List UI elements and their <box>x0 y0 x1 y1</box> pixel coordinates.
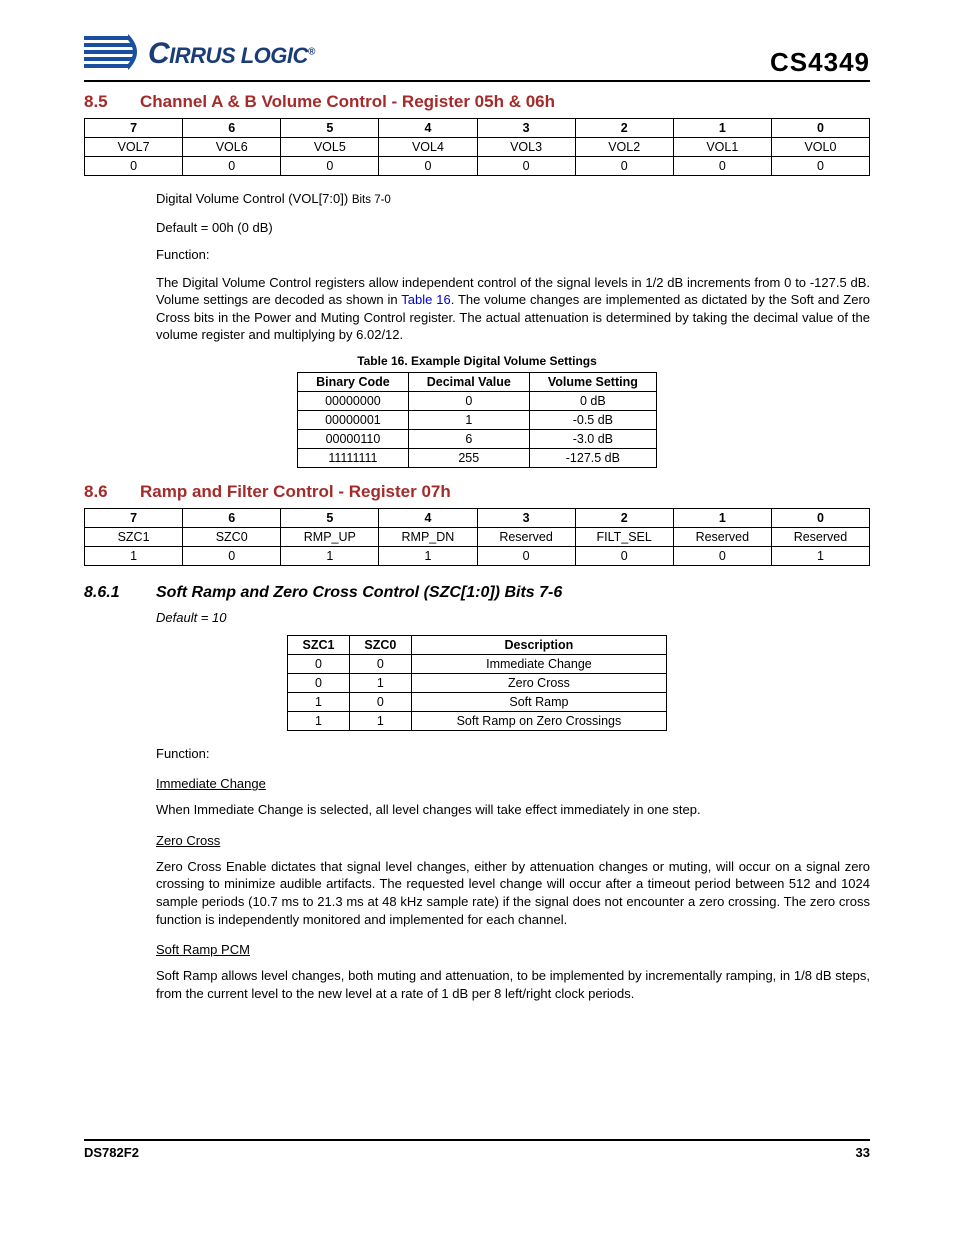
soft-ramp-text: Soft Ramp allows level changes, both mut… <box>156 967 870 1002</box>
page-footer: DS782F2 33 <box>84 1139 870 1160</box>
function-label: Function: <box>156 246 870 264</box>
function-description: The Digital Volume Control registers all… <box>156 274 870 344</box>
soft-ramp-label: Soft Ramp PCM <box>156 942 870 957</box>
company-logo: CIRRUS LOGIC® <box>84 30 315 78</box>
zero-cross-text: Zero Cross Enable dictates that signal l… <box>156 858 870 928</box>
table-16-caption: Table 16. Example Digital Volume Setting… <box>84 354 870 368</box>
register-table-05h-06h: 7654 3210 VOL7VOL6VOL5VOL4 VOL3VOL2VOL1V… <box>84 118 870 176</box>
table-16-link[interactable]: Table 16 <box>401 292 450 307</box>
bit-name-row: VOL7VOL6VOL5VOL4 VOL3VOL2VOL1VOL0 <box>85 138 870 157</box>
logo-icon <box>84 30 144 78</box>
szc-table: SZC1 SZC0 Description 00Immediate Change… <box>287 635 667 731</box>
section-heading-8-5: 8.5Channel A & B Volume Control - Regist… <box>84 92 870 112</box>
subsection-heading-8-6-1: 8.6.1Soft Ramp and Zero Cross Control (S… <box>84 584 870 602</box>
function-label-861: Function: <box>156 745 870 763</box>
immediate-change-label: Immediate Change <box>156 776 870 791</box>
zero-cross-label: Zero Cross <box>156 833 870 848</box>
default-value-861: Default = 10 <box>156 610 870 625</box>
page-header: CIRRUS LOGIC® CS4349 <box>84 30 870 82</box>
table-16: Binary CodeDecimal ValueVolume Setting 0… <box>297 372 657 468</box>
section-heading-8-6: 8.6Ramp and Filter Control - Register 07… <box>84 482 870 502</box>
logo-text: IRRUS LOGIC <box>169 43 308 68</box>
bit-header-row: 7654 3210 <box>85 119 870 138</box>
register-table-07h: 7654 3210 SZC1SZC0RMP_UPRMP_DN ReservedF… <box>84 508 870 566</box>
part-number: CS4349 <box>770 47 870 78</box>
doc-id: DS782F2 <box>84 1145 139 1160</box>
field-line: Digital Volume Control (VOL[7:0]) Bits 7… <box>156 190 870 209</box>
immediate-change-text: When Immediate Change is selected, all l… <box>156 801 870 819</box>
page-number: 33 <box>856 1145 870 1160</box>
default-value: Default = 00h (0 dB) <box>156 219 870 237</box>
bit-reset-row: 0000 0000 <box>85 157 870 176</box>
